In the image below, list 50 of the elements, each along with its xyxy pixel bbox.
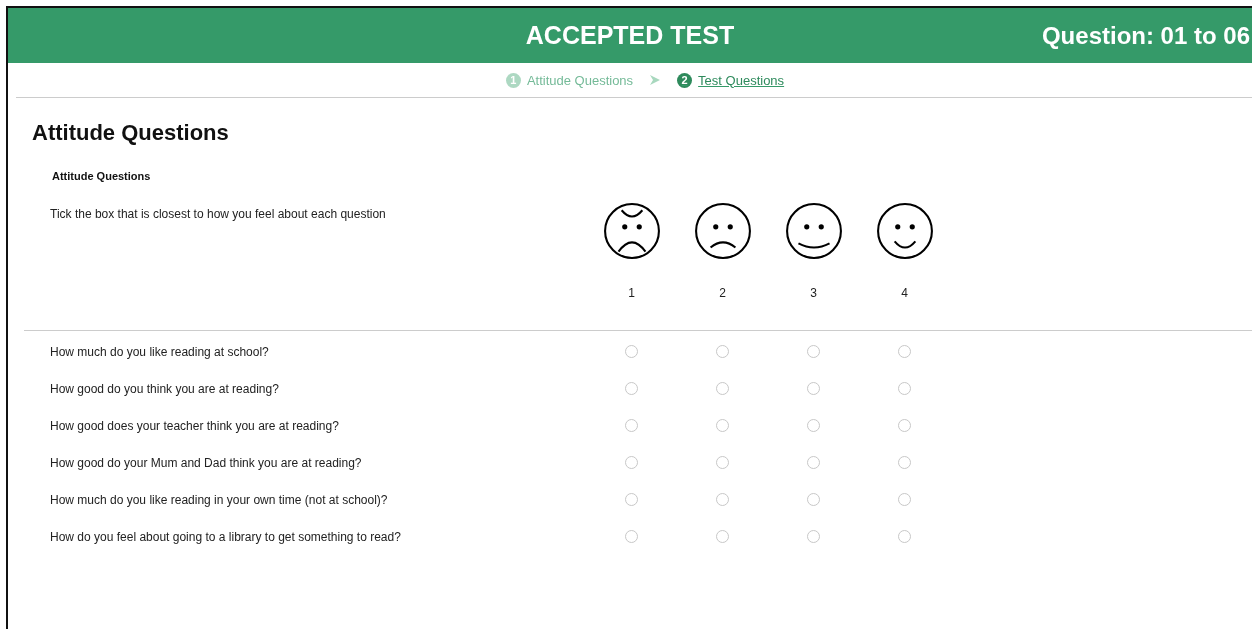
- step-label: Attitude Questions: [526, 72, 634, 88]
- question-text: How good does your teacher think you are at reading?: [50, 417, 340, 435]
- radio-button[interactable]: [625, 530, 638, 543]
- radio-button[interactable]: [898, 456, 911, 469]
- section-title: Attitude Questions: [52, 170, 152, 182]
- radio-button[interactable]: [807, 345, 820, 358]
- radio-button[interactable]: [898, 382, 911, 395]
- question-range: Question: 01 to 06: [1041, 21, 1251, 50]
- question-text: How much do you like reading at school?: [50, 343, 270, 361]
- test-title: ACCEPTED TEST: [525, 21, 735, 50]
- step-number: 2: [677, 72, 693, 88]
- chevron-icon: [649, 74, 662, 86]
- scale-number: 3: [810, 286, 817, 300]
- radio-button[interactable]: [898, 419, 911, 432]
- scale-number: 1: [628, 286, 635, 300]
- radio-button[interactable]: [898, 530, 911, 543]
- radio-button[interactable]: [898, 493, 911, 506]
- instruction-text: Tick the box that is closest to how you feel about each question: [50, 206, 387, 223]
- radio-button[interactable]: [807, 456, 820, 469]
- radio-button[interactable]: [807, 419, 820, 432]
- radio-button[interactable]: [625, 493, 638, 506]
- question-text: How do you feel about going to a library to get something to read?: [50, 528, 402, 546]
- radio-button[interactable]: [625, 419, 638, 432]
- radio-button[interactable]: [625, 382, 638, 395]
- radio-button[interactable]: [716, 530, 729, 543]
- radio-button[interactable]: [716, 345, 729, 358]
- radio-button[interactable]: [716, 419, 729, 432]
- radio-button[interactable]: [716, 493, 729, 506]
- radio-button[interactable]: [625, 456, 638, 469]
- step-number: 1: [505, 72, 521, 88]
- radio-button[interactable]: [716, 382, 729, 395]
- question-text: How good do your Mum and Dad think you are at reading?: [50, 454, 363, 472]
- radio-button[interactable]: [716, 456, 729, 469]
- radio-button[interactable]: [807, 382, 820, 395]
- sad-face-icon: [693, 202, 752, 260]
- radio-button[interactable]: [807, 493, 820, 506]
- scale-number: 2: [719, 286, 726, 300]
- step-link[interactable]: 1 Attitude Questions: [505, 72, 634, 88]
- radio-button[interactable]: [625, 345, 638, 358]
- scale-number: 4: [901, 286, 908, 300]
- very-sad-face-icon: [602, 202, 661, 260]
- happy-face-icon: [784, 202, 843, 260]
- question-text: How good do you think you are at reading?: [50, 380, 280, 398]
- very-happy-face-icon: [875, 202, 934, 260]
- step-label: Test Questions: [698, 72, 785, 88]
- radio-button[interactable]: [898, 345, 911, 358]
- radio-button[interactable]: [807, 530, 820, 543]
- step-link[interactable]: 2 Test Questions: [677, 72, 785, 88]
- question-text: How much do you like reading in your own time (not at school)?: [50, 491, 389, 509]
- page-title: Attitude Questions: [32, 120, 230, 146]
